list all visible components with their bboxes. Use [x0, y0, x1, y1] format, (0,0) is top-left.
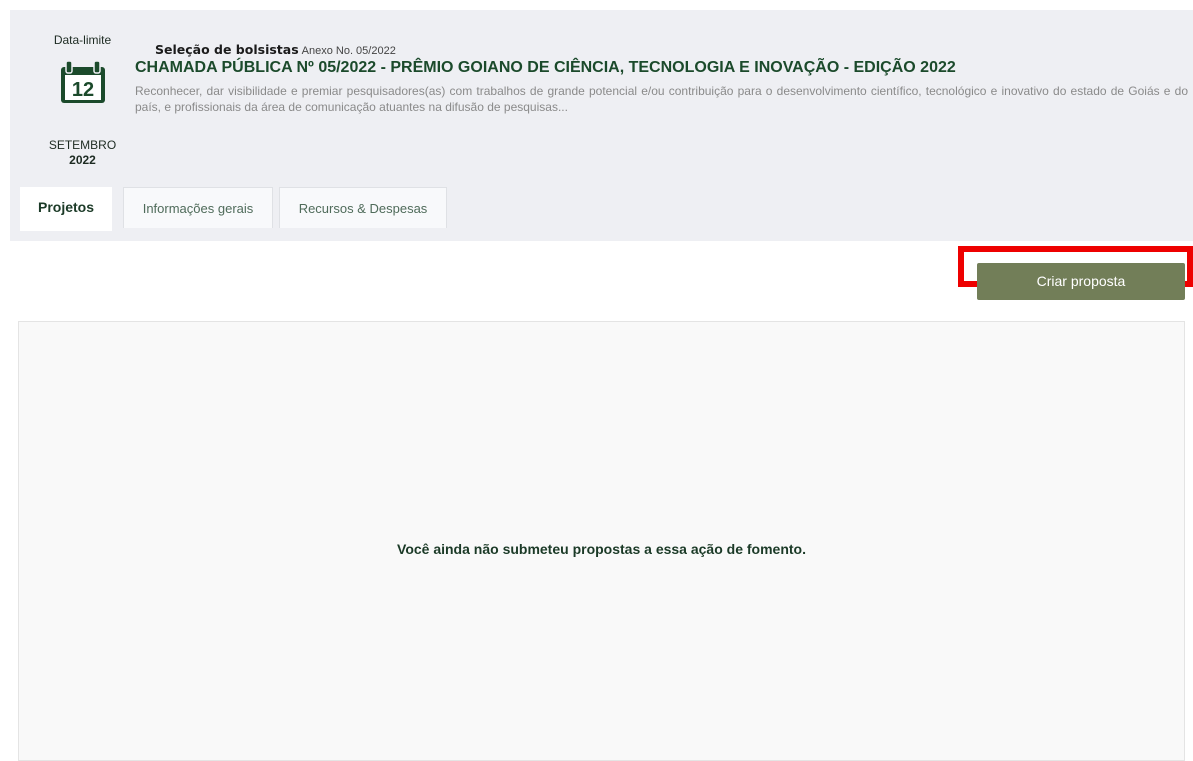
proposals-panel: Você ainda não submeteu propostas a essa… — [18, 321, 1185, 761]
deadline-year: 2022 — [69, 153, 96, 167]
annex-number: Anexo No. 05/2022 — [301, 45, 396, 57]
tab-recursos-despesas[interactable]: Recursos & Despesas — [279, 187, 447, 228]
call-title: CHAMADA PÚBLICA Nº 05/2022 - PRÊMIO GOIA… — [135, 59, 956, 76]
calendar-day: 12 — [72, 79, 94, 101]
tab-informacoes-gerais[interactable]: Informações gerais — [123, 187, 273, 228]
call-description: Reconhecer, dar visibilidade e premiar p… — [135, 84, 1188, 114]
calendar-icon: 12 — [61, 60, 105, 103]
tab-projetos[interactable]: Projetos — [20, 187, 112, 231]
category-line: Seleção de bolsistas Anexo No. 05/2022 — [155, 41, 396, 59]
create-proposal-button[interactable]: Criar proposta — [977, 263, 1185, 300]
deadline-month: SETEMBRO — [48, 138, 117, 152]
deadline-label: Data-limite — [53, 33, 112, 47]
call-category: Seleção de bolsistas — [155, 42, 299, 57]
empty-state-message: Você ainda não submeteu propostas a essa… — [397, 541, 806, 557]
